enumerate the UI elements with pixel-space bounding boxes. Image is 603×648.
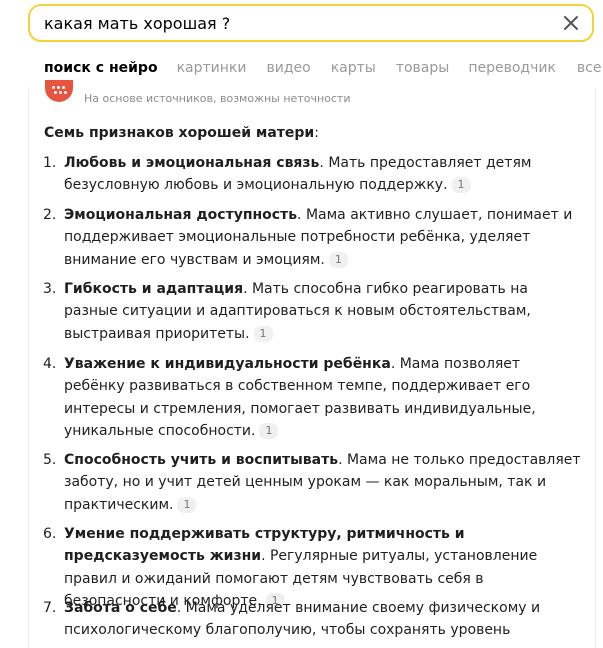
source-badge[interactable]: 1 bbox=[328, 251, 348, 268]
tab-all[interactable]: все bbox=[577, 60, 602, 82]
list-item: 2. Эмоциональная доступность. Мама актив… bbox=[43, 207, 573, 268]
tab-maps[interactable]: карты bbox=[331, 60, 376, 82]
search-box[interactable] bbox=[28, 4, 594, 42]
tab-video[interactable]: видео bbox=[266, 60, 310, 82]
answer-heading: Семь признаков хорошей матери: bbox=[44, 125, 319, 141]
tab-translator[interactable]: переводчик bbox=[468, 60, 556, 82]
close-icon bbox=[564, 16, 578, 30]
list-item: 4. Уважение к индивидуальности ребёнка. … bbox=[43, 356, 536, 439]
answer-disclaimer: На основе источников, возможны неточност… bbox=[84, 92, 351, 105]
list-item: 1. Любовь и эмоциональная связь. Мать пр… bbox=[43, 155, 532, 194]
source-badge[interactable]: 1 bbox=[259, 422, 279, 439]
list-item: 3. Гибкость и адаптация. Мать способна г… bbox=[43, 281, 531, 342]
clear-button[interactable] bbox=[560, 12, 582, 34]
tab-products[interactable]: товары bbox=[396, 60, 450, 82]
source-badge[interactable]: 1 bbox=[451, 177, 471, 194]
tab-neuro-search[interactable]: поиск с нейро bbox=[44, 60, 158, 82]
source-badge[interactable]: 1 bbox=[253, 325, 273, 342]
search-tabs: поиск с нейро картинки видео карты товар… bbox=[44, 60, 601, 82]
neuro-logo-icon bbox=[45, 80, 73, 102]
neuro-answer-card: На основе источников, возможны неточност… bbox=[28, 80, 596, 648]
list-item: 5. Способность учить и воспитывать. Мама… bbox=[43, 452, 581, 513]
search-input[interactable] bbox=[44, 12, 544, 34]
tab-images[interactable]: картинки bbox=[177, 60, 247, 82]
source-badge[interactable]: 1 bbox=[177, 496, 197, 513]
list-item: 7. Забота о себе. Мама уделяет внимание … bbox=[43, 600, 541, 639]
